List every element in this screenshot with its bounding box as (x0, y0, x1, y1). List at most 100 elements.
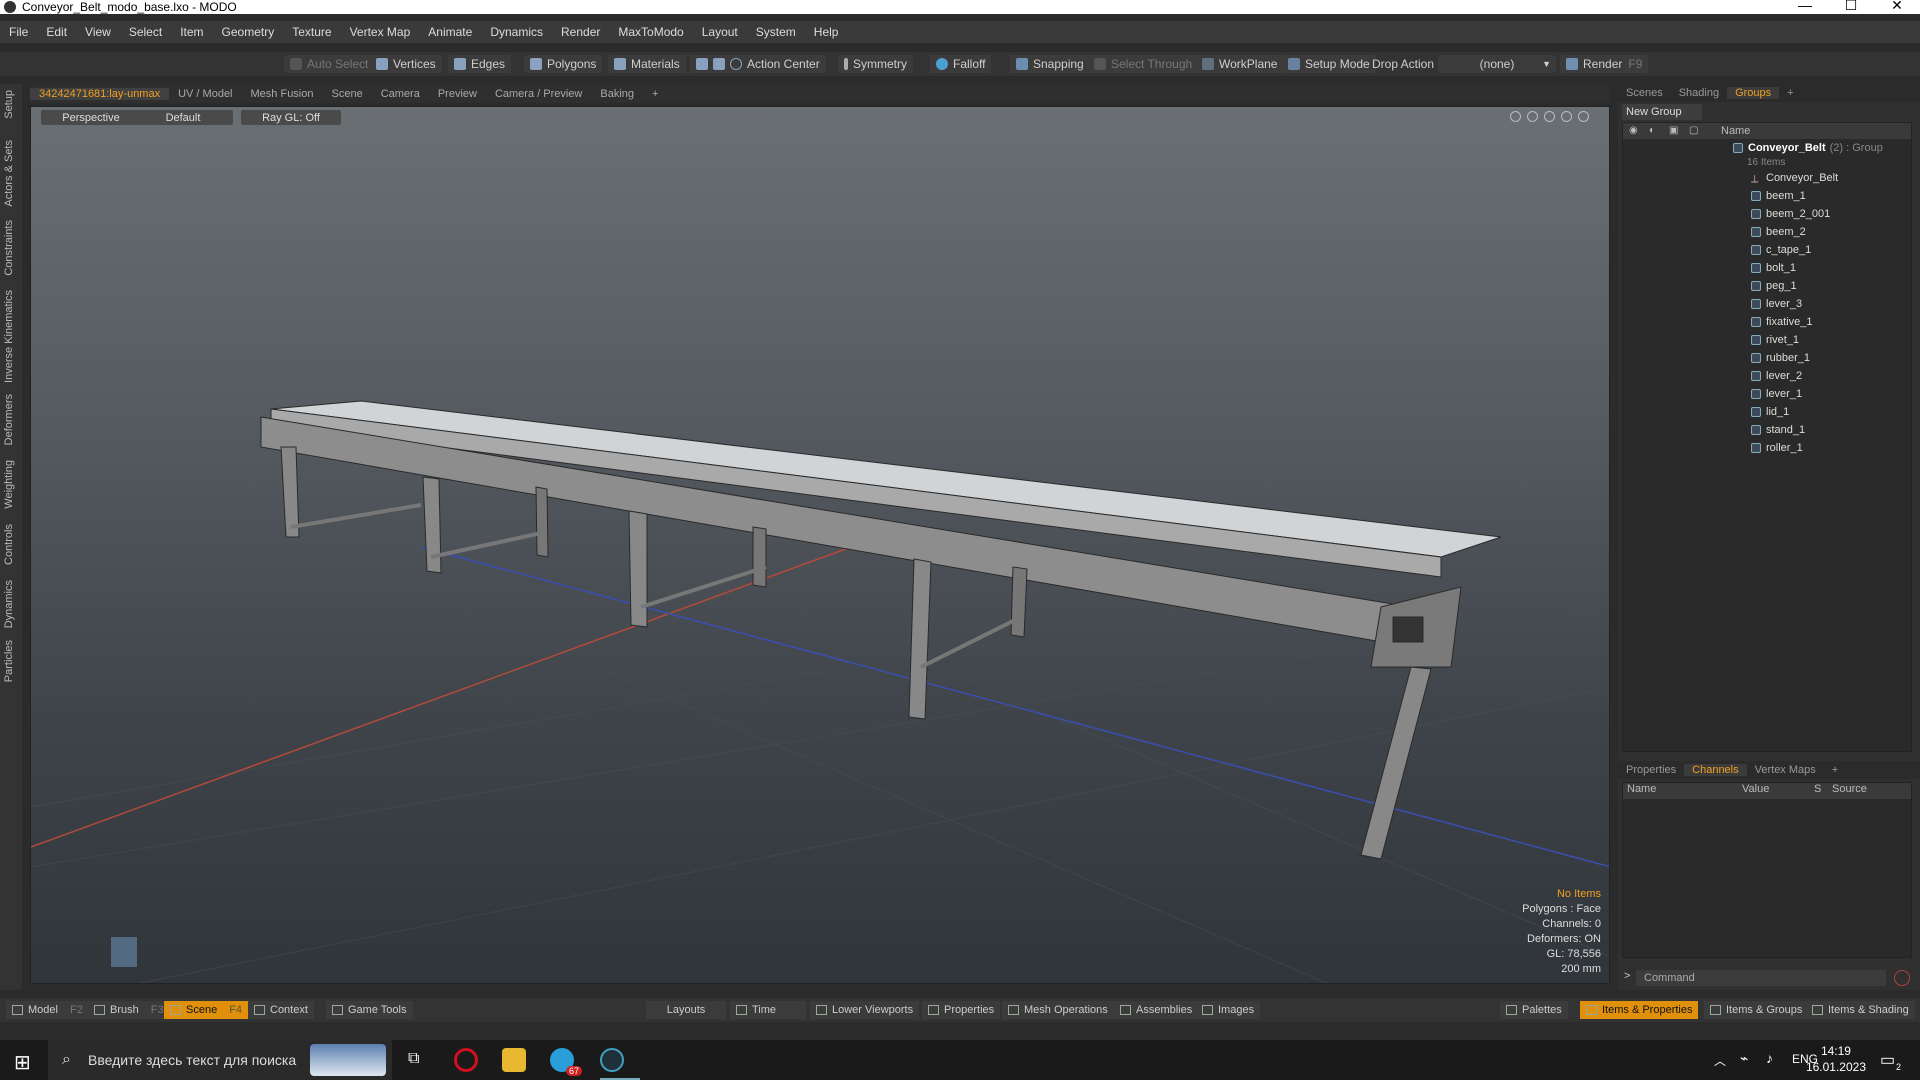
list-item[interactable]: fixative_1 (1751, 313, 1812, 331)
menu-geometry[interactable]: Geometry (213, 25, 284, 39)
vtab-inverse-kinematics[interactable]: Inverse Kinematics (3, 290, 15, 383)
tab-mesh-fusion[interactable]: Mesh Fusion (242, 88, 323, 100)
tab-properties[interactable]: Properties (1618, 764, 1684, 776)
items-groups-button[interactable]: Items & Groups (1704, 1001, 1809, 1019)
list-item[interactable]: lever_3 (1751, 295, 1802, 313)
menu-texture[interactable]: Texture (283, 25, 340, 39)
vtab-weighting[interactable]: Weighting (3, 460, 15, 509)
render-toggle-icon[interactable]: ◐ (1649, 125, 1655, 136)
list-item[interactable]: ⟂ Conveyor_Belt (1751, 169, 1838, 187)
windows-start-icon[interactable]: ⊞ (14, 1050, 31, 1075)
assemblies-button[interactable]: Assemblies (1114, 1001, 1199, 1019)
lock-toggle-icon[interactable]: ▣ (1669, 125, 1678, 136)
taskbar-search-input[interactable]: ⌕ Введите здесь текст для поиска (48, 1040, 392, 1080)
add-bottom-tab-button[interactable]: + (1824, 764, 1846, 776)
tab-camera-preview[interactable]: Camera / Preview (486, 88, 591, 100)
list-item[interactable]: peg_1 (1751, 277, 1797, 295)
layouts-button[interactable]: Layouts (646, 1001, 726, 1019)
select-through-button[interactable]: Select Through (1088, 55, 1199, 73)
tab-scenes[interactable]: Scenes (1618, 87, 1671, 99)
tab-preview[interactable]: Preview (429, 88, 486, 100)
falloff-button[interactable]: Falloff (930, 55, 992, 73)
3d-viewport[interactable]: Perspective Default Ray GL: Off No Items… (30, 106, 1610, 984)
vtab-particles[interactable]: Particles (3, 640, 15, 682)
notification-icon[interactable]: ▭ (1880, 1050, 1895, 1070)
menu-vertex-map[interactable]: Vertex Map (341, 25, 420, 39)
items-shading-button[interactable]: Items & Shading (1806, 1001, 1915, 1019)
visibility-eye-icon[interactable]: ◉ (1629, 125, 1638, 136)
properties-button[interactable]: Properties (922, 1001, 1001, 1019)
menu-maxtomodo[interactable]: MaxToModo (609, 25, 692, 39)
tab-baking[interactable]: Baking (591, 88, 643, 100)
list-item[interactable]: beem_2_001 (1751, 205, 1830, 223)
workplane-button[interactable]: WorkPlane (1196, 55, 1284, 73)
menu-system[interactable]: System (747, 25, 805, 39)
layout-scene-button[interactable]: Scene F4 (164, 1001, 249, 1019)
maximize-icon[interactable]: ☐ (1828, 0, 1874, 14)
layout-game-tools-button[interactable]: Game Tools (326, 1001, 413, 1019)
tab-lay-unmax[interactable]: 34242471681:lay-unmax (30, 88, 170, 100)
images-button[interactable]: Images (1196, 1001, 1261, 1019)
vertices-button[interactable]: Vertices (370, 55, 442, 73)
lower-viewports-button[interactable]: Lower Viewports (810, 1001, 920, 1019)
layout-model-button[interactable]: Model F2 (6, 1001, 89, 1019)
menu-layout[interactable]: Layout (693, 25, 747, 39)
taskbar-clock[interactable]: 14:19 16.01.2023 (1806, 1043, 1866, 1075)
menu-render[interactable]: Render (552, 25, 609, 39)
minimize-icon[interactable]: — (1782, 0, 1828, 13)
list-item[interactable]: rivet_1 (1751, 331, 1799, 349)
file-explorer-icon[interactable] (502, 1048, 526, 1072)
menu-file[interactable]: File (0, 25, 37, 39)
menu-edit[interactable]: Edit (37, 25, 76, 39)
tab-uv-model[interactable]: UV / Model (169, 88, 241, 100)
vtab-actors-sets[interactable]: Actors & Sets (3, 140, 15, 207)
list-item[interactable]: lid_1 (1751, 403, 1789, 421)
list-item[interactable]: stand_1 (1751, 421, 1805, 439)
tab-camera[interactable]: Camera (372, 88, 429, 100)
tab-shading[interactable]: Shading (1671, 87, 1727, 99)
volume-icon[interactable]: ♪ (1766, 1050, 1773, 1066)
tab-vertex-maps[interactable]: Vertex Maps (1747, 764, 1824, 776)
list-item[interactable]: beem_1 (1751, 187, 1806, 205)
task-view-icon[interactable]: ⧉ (408, 1050, 419, 1068)
polygons-button[interactable]: Polygons (524, 55, 603, 73)
palettes-button[interactable]: Palettes (1500, 1001, 1568, 1019)
menu-item[interactable]: Item (171, 25, 212, 39)
tab-groups[interactable]: Groups (1727, 87, 1780, 99)
menu-animate[interactable]: Animate (419, 25, 481, 39)
items-properties-button[interactable]: Items & Properties (1580, 1001, 1699, 1019)
vtab-deformers[interactable]: Deformers (3, 394, 15, 445)
edges-button[interactable]: Edges (448, 55, 512, 73)
tab-scene[interactable]: Scene (323, 88, 372, 100)
close-icon[interactable]: ✕ (1874, 0, 1920, 14)
modo-taskbar-icon[interactable] (600, 1048, 624, 1072)
list-item[interactable]: roller_1 (1751, 439, 1803, 457)
list-item[interactable]: lever_1 (1751, 385, 1802, 403)
vtab-dynamics[interactable]: Dynamics (3, 580, 15, 628)
setup-mode-button[interactable]: Setup Mode (1282, 55, 1376, 73)
new-group-button[interactable]: New Group (1622, 104, 1702, 120)
network-icon[interactable]: ⌁ (1740, 1050, 1748, 1067)
tab-channels[interactable]: Channels (1684, 764, 1747, 776)
add-panel-tab-button[interactable]: + (1779, 87, 1801, 99)
materials-button[interactable]: Materials (608, 55, 686, 73)
menu-help[interactable]: Help (805, 25, 848, 39)
list-item[interactable]: beem_2 (1751, 223, 1806, 241)
add-tab-button[interactable]: + (643, 88, 667, 100)
symmetry-button[interactable]: Symmetry (838, 55, 913, 73)
auto-select-button[interactable]: Auto Select (284, 55, 375, 73)
list-item[interactable]: rubber_1 (1751, 349, 1810, 367)
vtab-controls[interactable]: Controls (3, 524, 15, 565)
list-item[interactable]: bolt_1 (1751, 259, 1796, 277)
menu-dynamics[interactable]: Dynamics (481, 25, 552, 39)
snapping-button[interactable]: Snapping (1010, 55, 1090, 73)
menu-select[interactable]: Select (120, 25, 171, 39)
menu-view[interactable]: View (76, 25, 120, 39)
time-button[interactable]: Time (730, 1001, 806, 1019)
select-toggle-icon[interactable]: ▢ (1689, 125, 1698, 136)
list-item[interactable]: c_tape_1 (1751, 241, 1811, 259)
command-input[interactable]: Command (1636, 970, 1886, 986)
opera-icon[interactable] (454, 1048, 478, 1072)
vtab-constraints[interactable]: Constraints (3, 220, 15, 276)
vtab-setup[interactable]: Setup (3, 90, 15, 119)
